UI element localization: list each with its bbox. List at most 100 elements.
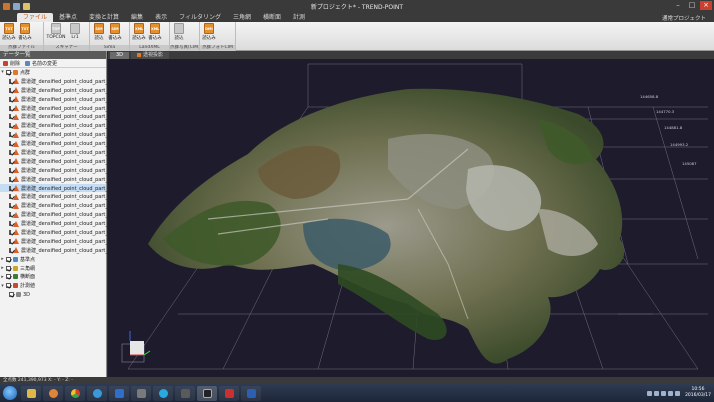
taskbar-explorer[interactable]	[21, 385, 41, 401]
tab-file[interactable]: ファイル	[17, 13, 54, 22]
photo-read-button[interactable]: 読込	[172, 23, 186, 41]
checkbox[interactable]	[9, 78, 11, 84]
tab-perspective[interactable]: 透視投影	[131, 52, 170, 59]
quick-save-icon[interactable]	[13, 2, 20, 10]
checkbox[interactable]	[9, 221, 11, 227]
pointcloud-item[interactable]: 農道建_densified_point_cloud_part_3	[0, 192, 111, 201]
taskbar-app-viewer[interactable]	[175, 385, 195, 401]
landxml-read-button[interactable]: XML 読込み	[132, 23, 146, 41]
pointcloud-item[interactable]: 農道建_densified_point_cloud_part_1	[0, 77, 111, 86]
taskbar-word[interactable]	[241, 385, 261, 401]
tab-3d[interactable]: 3D	[110, 52, 130, 59]
checkbox[interactable]	[9, 105, 11, 111]
tree-root-pointcloud[interactable]: ▾ 点群	[0, 68, 106, 77]
taskbar-media[interactable]	[43, 385, 63, 401]
pointcloud-read-button[interactable]: TXT 読込み	[2, 23, 16, 41]
pointcloud-item[interactable]: 農道建_densified_point_cloud_part_12	[0, 104, 114, 113]
checkbox[interactable]	[9, 185, 11, 191]
tab-view[interactable]: 表示	[149, 13, 173, 22]
pointcloud-write-button[interactable]: TXT 書込み	[18, 23, 32, 41]
volume-icon[interactable]	[675, 390, 681, 396]
pointcloud-item[interactable]: 農道建_densified_point_cloud_part_20	[0, 183, 114, 193]
checkbox[interactable]	[6, 283, 11, 289]
pointcloud-item[interactable]: 農道建_densified_point_cloud_part_14	[0, 121, 114, 130]
checkbox[interactable]	[9, 212, 11, 218]
tab-cross-section[interactable]: 横断面	[257, 13, 287, 22]
pointcloud-item[interactable]: 農道建_densified_point_cloud_part_15	[0, 130, 114, 139]
clock[interactable]: 10:56 2016/03/17	[685, 387, 711, 399]
taskbar-trend-point[interactable]	[197, 385, 217, 401]
pointcloud-item[interactable]: 農道建_densified_point_cloud_part_5	[0, 210, 111, 219]
landxml-write-button[interactable]: XML 書込み	[148, 23, 162, 41]
close-icon[interactable]: ×	[700, 1, 712, 10]
cim-read-button[interactable]: DMI 読込み	[202, 23, 216, 41]
checkbox[interactable]	[6, 274, 11, 280]
expand-icon[interactable]: ▸	[0, 256, 5, 262]
checkbox[interactable]	[9, 167, 11, 173]
checkbox[interactable]	[9, 238, 11, 244]
pointcloud-item[interactable]: 農道建_densified_point_cloud_part_6	[0, 219, 111, 228]
pointcloud-item[interactable]: 農道建_densified_point_cloud_part_8	[0, 237, 111, 246]
rename-button[interactable]: 名前の変更	[25, 60, 57, 67]
pointcloud-item[interactable]: 農道建_densified_point_cloud_part_2	[0, 175, 111, 184]
checkbox[interactable]	[9, 141, 11, 147]
tray-icon[interactable]	[654, 390, 660, 396]
taskbar-app-globe[interactable]	[87, 385, 107, 401]
pointcloud-item[interactable]: 農道建_densified_point_cloud_part_11	[0, 95, 114, 104]
checkbox[interactable]	[9, 176, 11, 182]
pointcloud-item[interactable]: 農道建_densified_point_cloud_part_9	[0, 246, 111, 255]
tab-control-points[interactable]: 基準点	[53, 13, 83, 22]
expand-icon[interactable]: ▸	[0, 274, 5, 280]
quick-open-icon[interactable]	[23, 2, 30, 10]
pointcloud-item[interactable]: 農道建_densified_point_cloud_part_13	[0, 112, 114, 121]
tree-item-measure-3d[interactable]: 3D	[0, 290, 106, 299]
pointcloud-item[interactable]: 農道建_densified_point_cloud_part_19	[0, 166, 114, 175]
taskbar-chrome[interactable]	[65, 385, 85, 401]
checkbox[interactable]	[9, 114, 11, 120]
pointcloud-item[interactable]: 農道建_densified_point_cloud_part_16	[0, 139, 114, 148]
taskbar-outlook[interactable]	[109, 385, 129, 401]
tray-icon[interactable]	[647, 390, 653, 396]
checkbox[interactable]	[9, 149, 11, 155]
collapse-icon[interactable]: ▾	[0, 69, 5, 75]
minimize-icon[interactable]: –	[672, 1, 684, 10]
checkbox[interactable]	[9, 87, 11, 93]
tab-transform[interactable]: 変換と計算	[83, 13, 125, 22]
tree-root-measure[interactable]: ▾ 計測値	[0, 281, 106, 290]
checkbox[interactable]	[9, 158, 11, 164]
checkbox[interactable]	[9, 229, 11, 235]
checkbox[interactable]	[6, 256, 11, 262]
collapse-icon[interactable]: ▾	[0, 283, 5, 289]
taskbar-skype[interactable]	[153, 385, 173, 401]
sima-read-button[interactable]: SIM 読込	[92, 23, 106, 41]
delete-button[interactable]: 削除	[3, 60, 20, 67]
point-cloud-canvas[interactable]	[108, 59, 714, 377]
topcon-button[interactable]: TOP TOPCON	[46, 23, 66, 40]
pointcloud-item[interactable]: 農道建_densified_point_cloud_part_17	[0, 148, 114, 157]
app-logo-icon[interactable]	[3, 2, 10, 10]
tree-root-control-points[interactable]: ▸ 基準点	[0, 255, 106, 264]
pointcloud-item[interactable]: 農道建_densified_point_cloud_part_10	[0, 86, 114, 95]
tree-root-cross-section[interactable]: ▸ 横断面	[0, 272, 106, 281]
checkbox[interactable]	[9, 194, 11, 200]
checkbox[interactable]	[6, 265, 11, 271]
checkbox[interactable]	[9, 203, 11, 209]
expand-icon[interactable]: ▸	[0, 265, 5, 271]
tab-edit[interactable]: 編集	[125, 13, 149, 22]
checkbox[interactable]	[6, 69, 11, 75]
sima-write-button[interactable]: SIM 書込み	[108, 23, 122, 41]
taskbar-app-tool[interactable]	[131, 385, 151, 401]
checkbox[interactable]	[9, 132, 11, 138]
tab-triangulation[interactable]: 三角網	[227, 13, 257, 22]
lr1-button[interactable]: Lr1	[68, 23, 82, 40]
tray-icon[interactable]	[661, 390, 667, 396]
checkbox[interactable]	[9, 96, 11, 102]
network-icon[interactable]	[668, 390, 674, 396]
pointcloud-item[interactable]: 農道建_densified_point_cloud_part_4	[0, 201, 111, 210]
tab-measure[interactable]: 計測	[287, 13, 311, 22]
checkbox[interactable]	[9, 247, 11, 253]
start-button-icon[interactable]	[3, 386, 17, 400]
tab-filtering[interactable]: フィルタリング	[173, 13, 227, 22]
checkbox[interactable]	[9, 292, 14, 298]
maximize-icon[interactable]: □	[686, 1, 698, 10]
